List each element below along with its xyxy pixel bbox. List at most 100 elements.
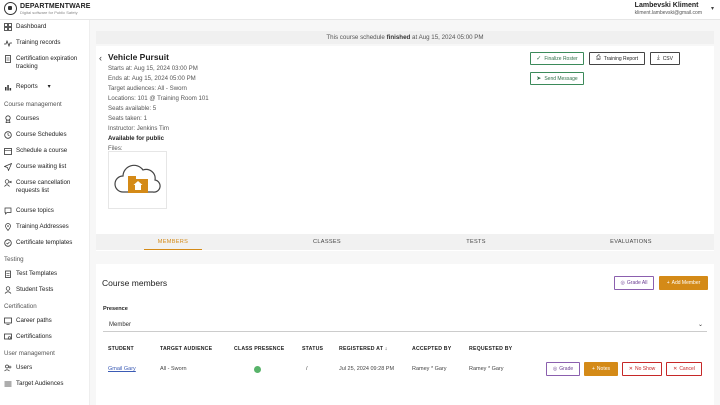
presence-select[interactable]: Member ⌄ (103, 318, 707, 332)
add-member-label: Add Member (671, 280, 701, 286)
sidebar-item-test-templates[interactable]: Test Templates (4, 270, 88, 278)
sidebar-item-course-cancellation[interactable]: Course cancellation requests list (4, 179, 88, 196)
notes-label: Notes (596, 366, 610, 372)
column-student[interactable]: STUDENT (108, 346, 134, 352)
cancel-label: Cancel (679, 366, 695, 372)
sidebar-item-training-addresses[interactable]: Training Addresses (4, 223, 88, 231)
sidebar-item-label: Course Schedules (16, 131, 67, 138)
printer-icon: ⎙ (595, 55, 601, 61)
sidebar-item-certificate-templates[interactable]: Certificate templates (4, 239, 88, 247)
sidebar-item-training-records[interactable]: Training records (4, 39, 88, 47)
user-menu[interactable]: Lambevski Kliment kliment.lambevski@gmai… (635, 2, 702, 16)
chat-icon (4, 207, 12, 215)
grade-label: Grade (559, 366, 574, 372)
sidebar-item-course-topics[interactable]: Course topics (4, 207, 88, 215)
main-content: This course schedule finished at Aug 15,… (90, 20, 720, 405)
tab-bar: MEMBERS CLASSES TESTS EVALUATIONS (96, 234, 714, 250)
report-label: Training Report (603, 55, 639, 62)
course-starts: Starts at: Aug 15, 2024 03:00 PM (108, 65, 198, 72)
student-link[interactable]: Gmail Gary (108, 366, 136, 372)
badge-icon (4, 239, 12, 247)
sort-arrow-icon: ↓ (384, 346, 388, 352)
sidebar-item-label: Certification expiration tracking (16, 55, 78, 71)
column-accepted-by[interactable]: ACCEPTED BY (412, 346, 451, 352)
sidebar-item-reports[interactable]: Reports ▾ (4, 83, 88, 91)
sidebar-item-label: Student Tests (16, 286, 54, 293)
grid-icon (4, 23, 12, 31)
pulse-icon (4, 39, 12, 47)
sidebar-item-users[interactable]: Users (4, 364, 88, 372)
top-bar: DEPARTMENTWARE Digital software for Publ… (0, 0, 720, 20)
course-title: Vehicle Pursuit (108, 52, 169, 62)
row-accepted-by: Ramey * Gary (412, 366, 447, 372)
column-registered-at-label: REGISTERED AT (339, 346, 384, 352)
finalize-roster-button[interactable]: ✓ Finalize Roster (530, 52, 584, 65)
sidebar-item-label: Course cancellation requests list (16, 179, 71, 195)
logo-icon (4, 2, 17, 15)
column-target-audience[interactable]: TARGET AUDIENCE (160, 346, 212, 352)
plus-icon: + (666, 280, 670, 286)
sidebar-item-certifications[interactable]: Certifications (4, 333, 88, 341)
column-requested-by[interactable]: REQUESTED BY (469, 346, 512, 352)
chevron-down-icon: ⌄ (697, 322, 703, 328)
course-locations: Locations: 101 @ Training Room 101 (108, 95, 209, 102)
sidebar-item-label: Course waiting list (16, 163, 67, 170)
sidebar-item-label: Test Templates (16, 270, 58, 277)
clipboard-icon (4, 270, 12, 278)
calendar-icon (4, 147, 12, 155)
chevron-down-icon[interactable]: ▾ (711, 5, 714, 12)
chart-icon (4, 83, 12, 91)
course-public: Available for public (108, 135, 164, 142)
cancel-button[interactable]: ✕ Cancel (666, 362, 702, 376)
sidebar-item-label: Training Addresses (16, 223, 69, 230)
course-details-card: ‹ Vehicle Pursuit Starts at: Aug 15, 202… (96, 46, 714, 251)
sidebar-item-course-waiting-list[interactable]: Course waiting list (4, 163, 88, 171)
sidebar-item-dashboard[interactable]: Dashboard (4, 23, 88, 31)
send-icon (4, 163, 12, 171)
sidebar-item-career-paths[interactable]: Career paths (4, 317, 88, 325)
sidebar-item-target-audiences[interactable]: Target Audiences (4, 380, 88, 388)
user-remove-icon (4, 179, 12, 187)
no-show-label: No Show (634, 366, 656, 372)
sidebar-item-course-schedules[interactable]: Course Schedules (4, 131, 88, 139)
tab-evaluations[interactable]: EVALUATIONS (598, 234, 664, 250)
column-status[interactable]: STATUS (302, 346, 323, 352)
sidebar-item-schedule-course[interactable]: Schedule a course (4, 147, 88, 155)
section-certification: Certification (4, 303, 37, 310)
sidebar-item-student-tests[interactable]: Student Tests (4, 286, 88, 294)
sidebar-item-label: Course topics (16, 207, 54, 214)
send-message-button[interactable]: ➤ Send Message (530, 72, 584, 85)
file-thumbnail[interactable] (108, 151, 167, 209)
certificate-icon (4, 333, 12, 341)
check-icon: ✓ (536, 56, 542, 62)
row-audience: All - Sworn (160, 366, 187, 372)
sidebar-item-label: Certificate templates (16, 239, 73, 246)
row-registered: Jul 25, 2024 09:28 PM (339, 366, 395, 372)
tab-classes[interactable]: CLASSES (302, 234, 352, 250)
tab-tests[interactable]: TESTS (454, 234, 498, 250)
tab-members[interactable]: MEMBERS (144, 234, 202, 250)
sidebar-item-certification-expiration[interactable]: Certification expiration tracking (4, 55, 88, 72)
sidebar-item-courses[interactable]: Courses (4, 115, 88, 123)
sidebar-item-label: Certifications (16, 333, 52, 340)
back-arrow-icon[interactable]: ‹ (99, 53, 102, 63)
message-label: Send Message (544, 75, 578, 82)
sidebar-item-label: Courses (16, 115, 40, 122)
csv-button[interactable]: ⤓ CSV (650, 52, 680, 65)
brand-logo[interactable]: DEPARTMENTWARE Digital software for Publ… (4, 2, 91, 15)
brand-tagline: Digital software for Public Safety (20, 9, 78, 15)
training-report-button[interactable]: ⎙ Training Report (589, 52, 645, 65)
sidebar-item-label: Target Audiences (16, 380, 64, 387)
clock-icon (4, 131, 12, 139)
presence-indicator (254, 366, 261, 373)
sidebar: Dashboard Training records Certification… (0, 20, 90, 405)
no-show-button[interactable]: ✕ No Show (622, 362, 662, 376)
grade-all-button[interactable]: ◎ Grade All (614, 276, 654, 290)
ribbon-icon (4, 115, 12, 123)
sidebar-item-label: Users (16, 364, 33, 371)
add-member-button[interactable]: + Add Member (659, 276, 708, 290)
grade-button[interactable]: ◎ Grade (546, 362, 580, 376)
column-registered-at[interactable]: REGISTERED AT ↓ (339, 346, 388, 352)
notes-button[interactable]: + Notes (584, 362, 618, 376)
column-class-presence[interactable]: CLASS PRESENCE (234, 346, 284, 352)
